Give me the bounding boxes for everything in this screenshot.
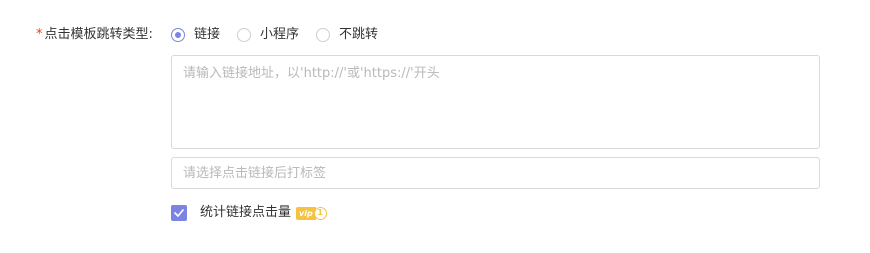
jump-type-label-text: 点击模板跳转类型: bbox=[44, 27, 153, 42]
tag-select-input[interactable] bbox=[171, 157, 820, 189]
url-textarea[interactable] bbox=[171, 55, 820, 149]
radio-option-miniprogram[interactable]: 小程序 bbox=[237, 26, 299, 44]
vip-text: vip bbox=[296, 206, 316, 220]
radio-label-miniprogram: 小程序 bbox=[260, 27, 300, 42]
radio-checked-icon[interactable] bbox=[171, 28, 185, 42]
jump-type-label: * 点击模板跳转类型: bbox=[36, 26, 153, 44]
vip-badge: vip 1 bbox=[296, 206, 327, 220]
required-mark: * bbox=[36, 27, 43, 42]
radio-option-link[interactable]: 链接 bbox=[171, 26, 220, 44]
jump-type-radio-group: 链接 小程序 不跳转 bbox=[171, 26, 395, 44]
checkmark-icon bbox=[174, 209, 184, 217]
vip-level: 1 bbox=[313, 206, 327, 220]
stats-checkbox-row: 统计链接点击量 vip 1 bbox=[171, 204, 327, 222]
radio-unchecked-icon[interactable] bbox=[316, 28, 331, 42]
stats-checkbox-label: 统计链接点击量 bbox=[200, 205, 292, 220]
radio-option-no-jump[interactable]: 不跳转 bbox=[316, 26, 378, 44]
radio-label-link: 链接 bbox=[194, 27, 221, 42]
radio-unchecked-icon[interactable] bbox=[237, 28, 252, 42]
checkbox-checked-icon[interactable] bbox=[171, 205, 187, 221]
radio-label-no-jump: 不跳转 bbox=[339, 27, 379, 42]
